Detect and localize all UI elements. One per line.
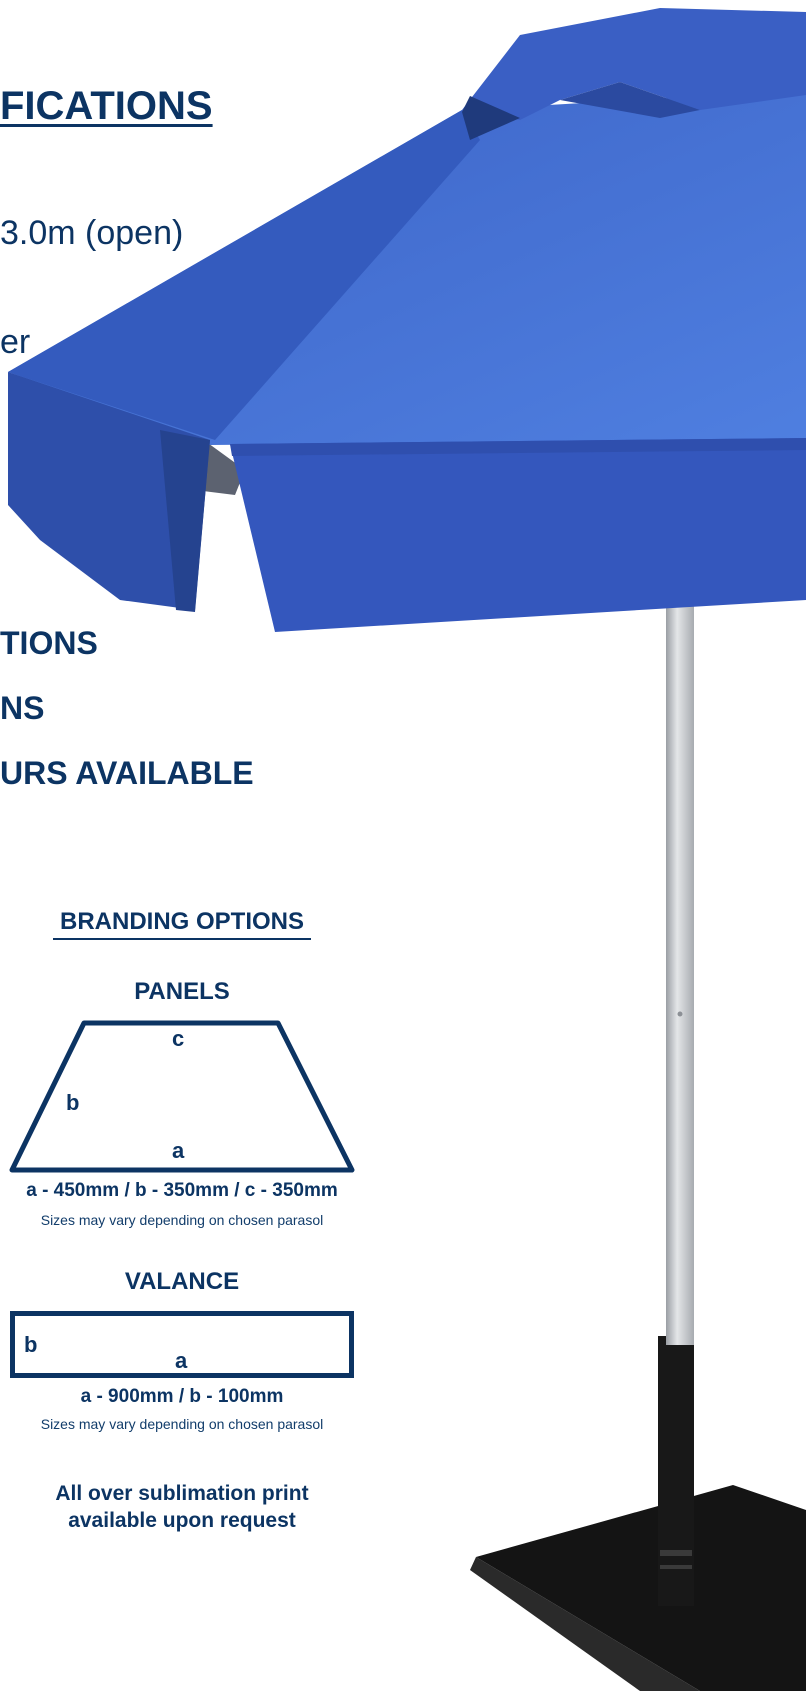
sublimation-note-line-1: All over sublimation print [55, 1482, 309, 1505]
parasol-image [8, 8, 806, 1691]
sublimation-note-line-2: available upon request [68, 1509, 296, 1532]
panel-label-c: c [172, 1026, 185, 1051]
panel-label-b: b [66, 1090, 80, 1115]
branding-title: BRANDING OPTIONS [59, 908, 304, 935]
valance-label-a: a [175, 1348, 188, 1373]
panel-dimensions: a - 450mm / b - 350mm / c - 350mm [26, 1180, 338, 1201]
pole-upper [666, 600, 694, 1345]
valance-dimensions: a - 900mm / b - 100mm [80, 1386, 284, 1407]
branding-title-underline [53, 938, 311, 940]
valance-title: VALANCE [124, 1268, 240, 1295]
panel-label-a: a [172, 1138, 185, 1163]
valance-label-b: b [24, 1332, 38, 1357]
canopy-valance [230, 438, 806, 632]
valance-size-note: Sizes may vary depending on chosen paras… [40, 1416, 324, 1432]
panel-size-note: Sizes may vary depending on chosen paras… [40, 1212, 324, 1228]
panels-title: PANELS [134, 978, 230, 1005]
